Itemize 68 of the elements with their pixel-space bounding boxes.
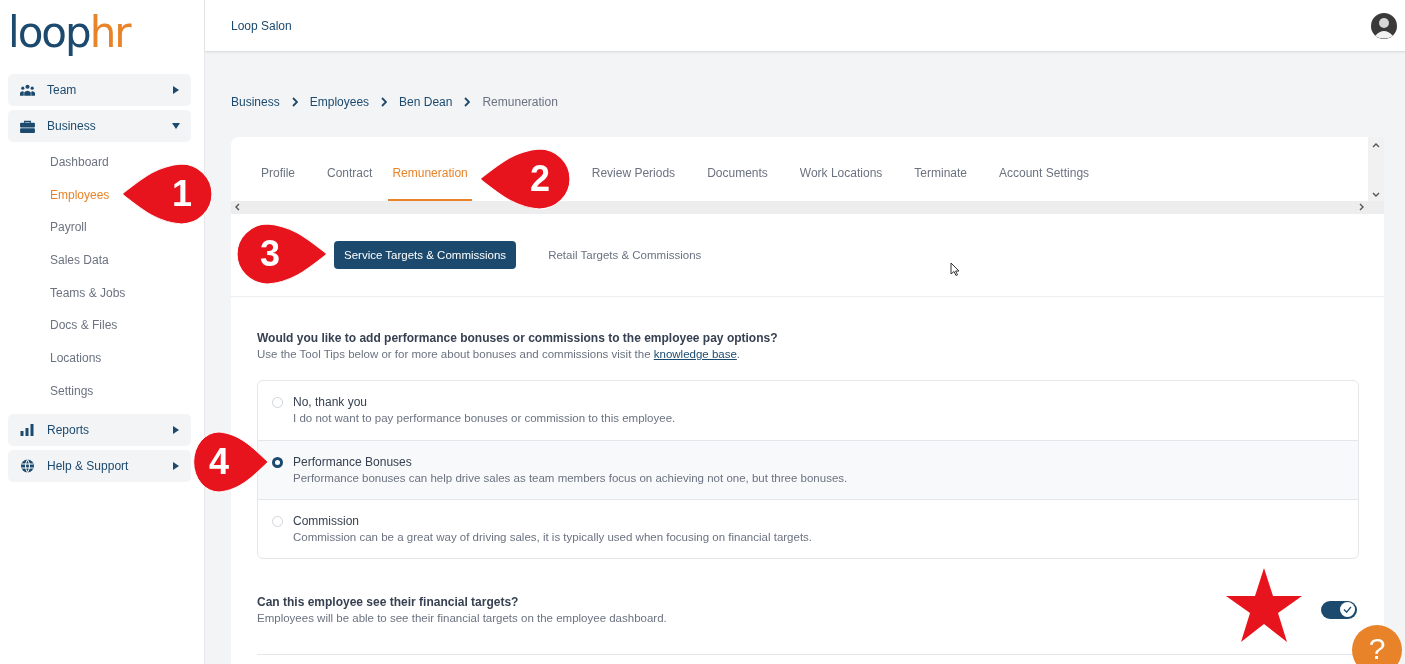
sidebar-subitem[interactable]: Payroll — [50, 211, 87, 245]
sidebar-subitem[interactable]: Employees — [50, 178, 110, 212]
breadcrumb-current: Remuneration — [482, 95, 558, 109]
option-description: Performance bonuses can help drive sales as team members focus on achieving not one, but three bonuses. — [293, 472, 848, 484]
users-icon — [20, 84, 35, 96]
knowledge-base-link[interactable]: knowledge base — [653, 348, 737, 360]
numbered-callout: 1 — [122, 162, 214, 226]
scroll-down-icon[interactable] — [1372, 192, 1380, 197]
sub-tab[interactable]: Retail Targets & Commissions — [538, 241, 712, 269]
question-hint: Use the Tool Tips below or for more about bonuses and commissions visit the knowledge base. — [257, 348, 742, 360]
sidebar-subitem[interactable]: Docs & Files — [50, 309, 118, 343]
sidebar-subitem[interactable]: Dashboard — [50, 146, 109, 179]
bar-chart-icon — [20, 423, 35, 436]
tab[interactable]: Work Locations — [783, 159, 899, 201]
avatar[interactable] — [1371, 12, 1397, 39]
scroll-right-icon[interactable] — [1359, 203, 1364, 211]
sub-tab[interactable]: Service Targets & Commissions — [334, 241, 517, 269]
sidebar-item[interactable]: Reports — [8, 413, 191, 446]
check-icon — [1343, 606, 1352, 613]
tab[interactable]: Review Periods — [575, 159, 692, 201]
tab[interactable]: Profile — [245, 159, 311, 201]
briefcase-icon — [20, 119, 35, 133]
tab[interactable]: Documents — [691, 159, 784, 201]
tab[interactable]: Account Settings — [983, 159, 1106, 201]
radio-button[interactable] — [272, 457, 283, 468]
company-name: Loop Salon — [231, 18, 292, 33]
vertical-scrollbar[interactable] — [1368, 137, 1384, 201]
toggle-switch[interactable] — [1321, 600, 1357, 619]
help-button[interactable]: ? — [1352, 625, 1402, 664]
sidebar-item-label: Business — [47, 119, 97, 133]
breadcrumb-link[interactable]: Employees — [309, 95, 370, 109]
chevron-icon — [464, 97, 471, 107]
setting-description: Employees will be able to see their financial targets on the employee dashboard. — [257, 612, 667, 624]
globe-icon — [20, 458, 35, 473]
tab[interactable]: Terminate — [898, 159, 983, 201]
option-label: Commission — [293, 514, 360, 528]
sidebar-subitem[interactable]: Settings — [50, 374, 94, 408]
numbered-callout: 2 — [480, 147, 572, 211]
scroll-up-icon[interactable] — [1372, 143, 1380, 148]
option-description: Commission can be a great way of driving sales, it is typically used when focusing on financial targets. — [293, 531, 813, 543]
mouse-cursor-icon — [950, 262, 960, 276]
scroll-left-icon[interactable] — [235, 203, 240, 211]
tab[interactable]: Contract — [311, 159, 389, 201]
sidebar-item[interactable]: Team — [8, 74, 191, 106]
chevron-icon — [291, 97, 298, 107]
setting-title: Can this employee see their financial targets? — [257, 595, 520, 609]
star-icon — [1226, 568, 1302, 642]
sidebar-subitem[interactable]: Sales Data — [50, 244, 109, 277]
sidebar-item-label: Help & Support — [47, 458, 130, 473]
horizontal-scrollbar[interactable] — [231, 201, 1384, 213]
option-row[interactable]: Commission Commission can be a great way of driving sales, it is typically used when focusing on financial targets. — [258, 499, 1358, 558]
logo: loophr — [8, 10, 130, 56]
chevron-icon — [381, 97, 388, 107]
sidebar-subitem[interactable]: Teams & Jobs — [50, 276, 126, 310]
option-row[interactable]: Performance Bonuses Performance bonuses can help drive sales as team members focus on achieving not one, but three bonuses. — [258, 440, 1358, 499]
option-label: Performance Bonuses — [293, 455, 413, 469]
numbered-callout: 3 — [235, 222, 327, 286]
option-description: I do not want to pay performance bonuses or commission to this employee. — [293, 412, 676, 424]
sidebar-item[interactable]: Business — [8, 110, 191, 142]
sidebar-subitem[interactable]: Locations — [50, 342, 102, 375]
option-label: No, thank you — [293, 395, 369, 409]
sidebar-item[interactable]: Help & Support — [8, 449, 191, 482]
breadcrumb-link[interactable]: Ben Dean — [399, 95, 453, 109]
sidebar-item-label: Reports — [47, 422, 91, 437]
question-title: Would you like to add performance bonuses or commissions to the employee pay options? — [257, 331, 779, 345]
breadcrumb-link[interactable]: Business — [231, 95, 280, 109]
numbered-callout: 4 — [192, 430, 268, 494]
sidebar-item-label: Team — [47, 83, 78, 97]
